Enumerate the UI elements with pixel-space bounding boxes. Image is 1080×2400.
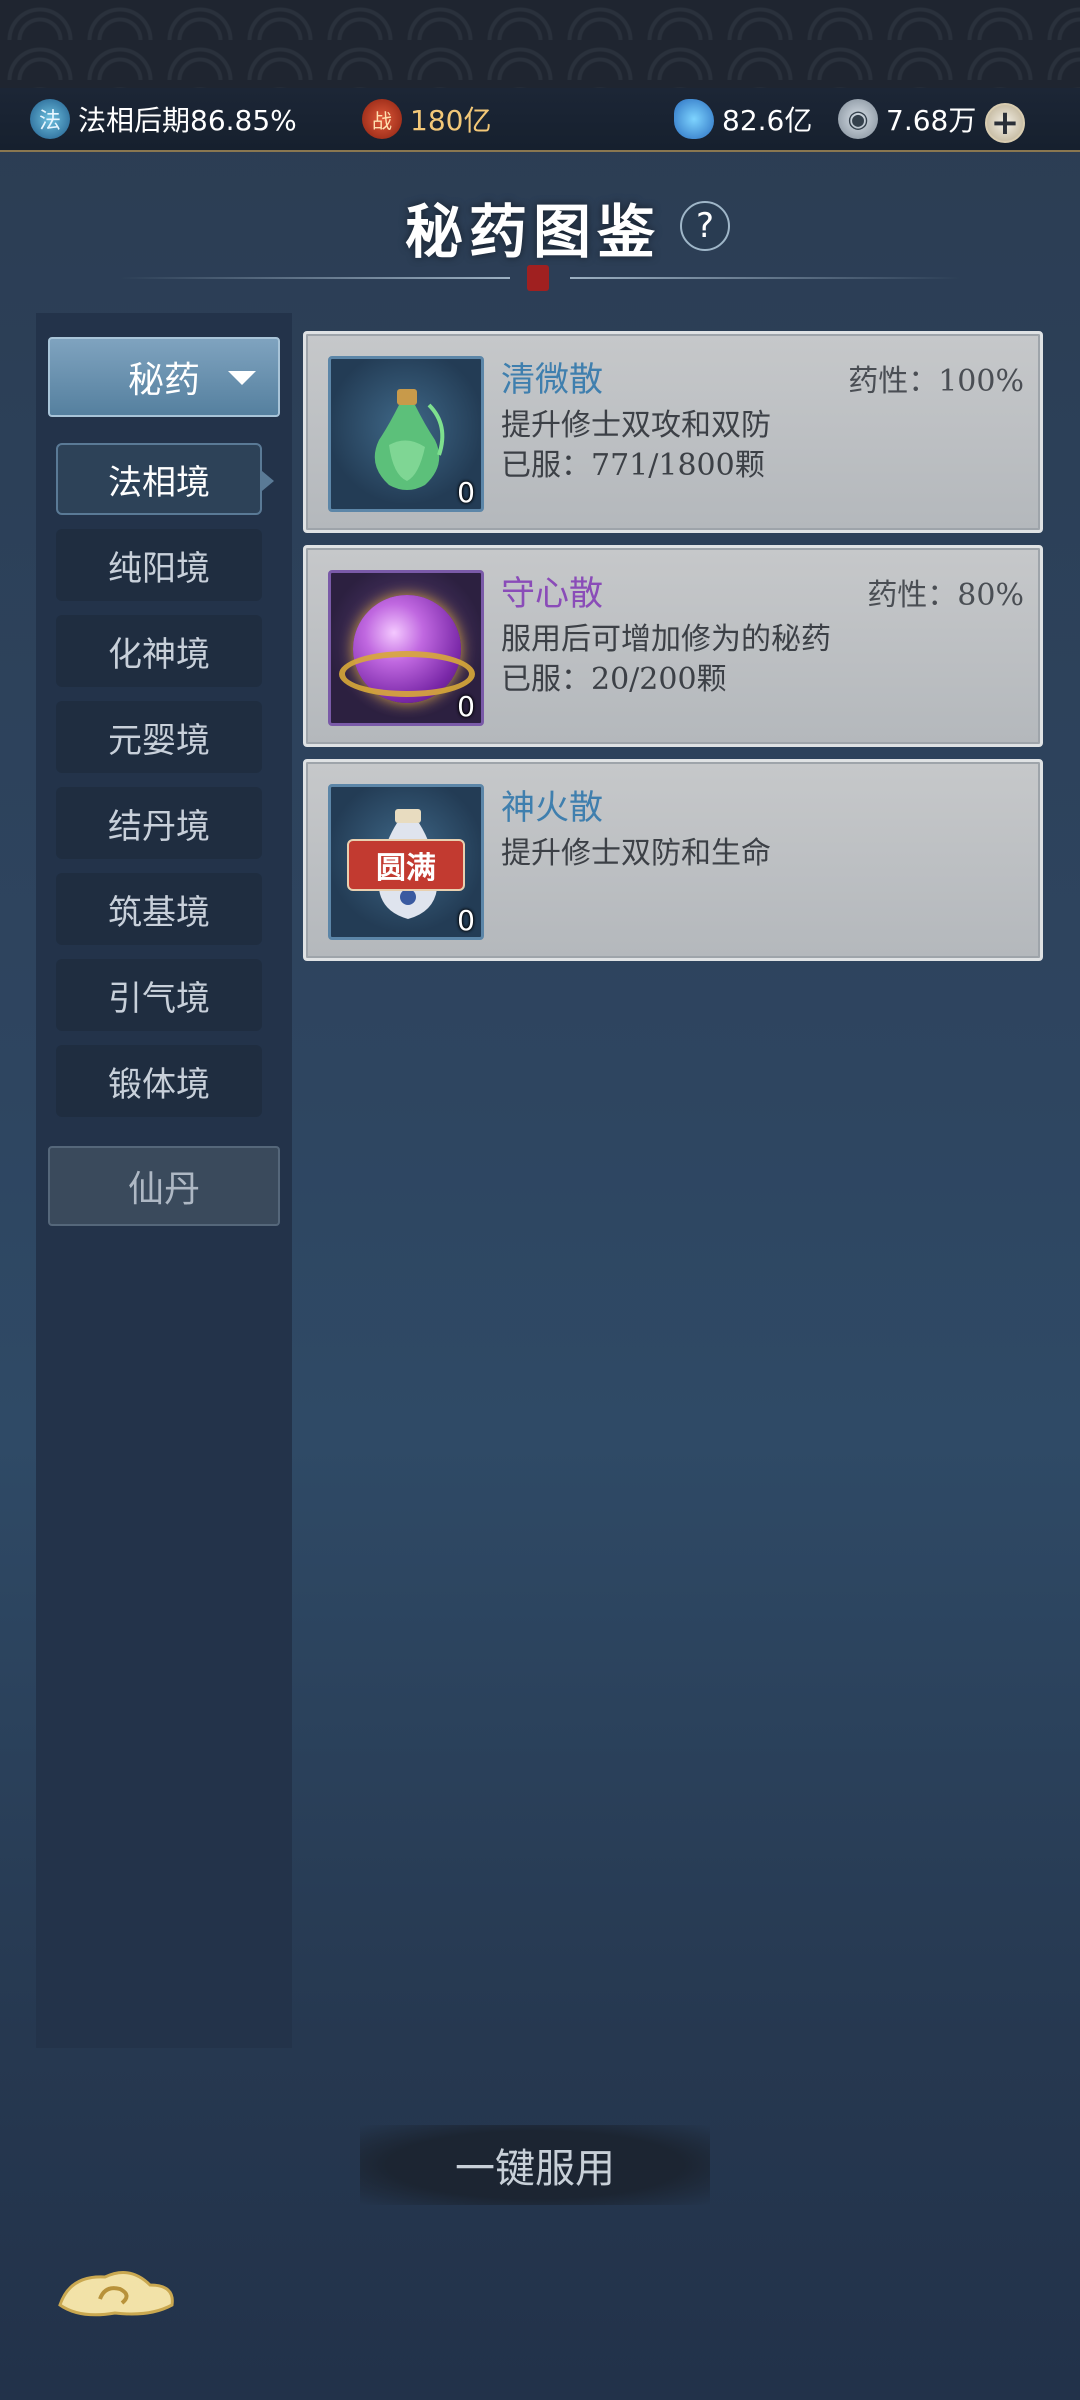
item-description: 提升修士双防和生命 — [501, 836, 771, 871]
item-taken-count: 已服：20/200颗 — [501, 662, 727, 697]
item-name: 守心散 — [501, 574, 603, 614]
sidebar-item-yuanying[interactable]: 元婴境 — [56, 701, 262, 773]
sidebar-item-chunyang[interactable]: 纯阳境 — [56, 529, 262, 601]
sidebar-item-faxiang[interactable]: 法相境 — [56, 443, 274, 515]
combat-power[interactable]: 战 180亿 — [362, 87, 491, 151]
category-label: 秘药 — [127, 360, 200, 401]
crystal-value: 82.6亿 — [722, 104, 813, 137]
item-potency: 药性：80% — [867, 578, 1024, 613]
item-description: 服用后可增加修为的秘药 — [501, 622, 831, 657]
chevron-down-icon — [228, 371, 256, 385]
sidebar-item-duanti[interactable]: 锻体境 — [56, 1045, 262, 1117]
item-count: 0 — [457, 476, 475, 509]
sidebar-item-zhuji[interactable]: 筑基境 — [56, 873, 262, 945]
add-currency-button[interactable]: + — [985, 103, 1025, 143]
item-potency: 药性：100% — [848, 364, 1024, 399]
title-divider-left — [120, 277, 510, 279]
title-divider-right — [570, 277, 960, 279]
crystal-icon — [674, 99, 714, 139]
item-description: 提升修士双攻和双防 — [501, 408, 771, 443]
item-count: 0 — [457, 690, 475, 723]
medicine-card-shouxin[interactable]: 0 守心散 药性：80% 服用后可增加修为的秘药 已服：20/200颗 — [303, 545, 1043, 747]
top-decor-pattern — [0, 0, 1080, 90]
crystal-currency[interactable]: 82.6亿 — [674, 87, 812, 151]
spiral-coin-icon: ◉ — [838, 99, 878, 139]
coin-currency[interactable]: ◉ 7.68万 — [838, 87, 976, 151]
combat-power-icon: 战 — [362, 99, 402, 139]
one-click-consume-button[interactable]: 一键服用 — [360, 2125, 710, 2205]
sidebar-item-huashen[interactable]: 化神境 — [56, 615, 262, 687]
combat-power-value: 180亿 — [410, 104, 492, 137]
item-thumbnail[interactable]: 0 — [328, 570, 484, 726]
medicine-card-qingwei[interactable]: 0 清微散 药性：100% 提升修士双攻和双防 已服：771/1800颗 — [303, 331, 1043, 533]
page-header: 秘药图鉴 ? — [0, 185, 1080, 295]
xiandan-category-button[interactable]: 仙丹 — [48, 1146, 280, 1226]
realm-progress-text: 法相后期86.85% — [78, 104, 297, 137]
completed-badge: 圆满 — [347, 839, 465, 891]
realm-progress[interactable]: 法 法相后期86.85% — [30, 87, 297, 151]
green-potion-icon — [374, 389, 445, 490]
realm-icon: 法 — [30, 99, 70, 139]
item-name: 神火散 — [501, 788, 603, 828]
resource-bar: 法 法相后期86.85% 战 180亿 82.6亿 ◉ 7.68万 — [0, 88, 1080, 152]
item-name: 清微散 — [501, 360, 603, 400]
help-button[interactable]: ? — [680, 201, 730, 251]
item-taken-count: 已服：771/1800颗 — [501, 448, 765, 483]
item-thumbnail[interactable]: 圆满 0 — [328, 784, 484, 940]
sidebar-item-jiedan[interactable]: 结丹境 — [56, 787, 262, 859]
cloud-menu-icon[interactable] — [50, 2255, 180, 2325]
sidebar: 秘药 法相境 纯阳境 化神境 元婴境 结丹境 筑基境 引气境 锻体境 仙丹 — [36, 313, 292, 2048]
category-dropdown[interactable]: 秘药 — [48, 337, 280, 417]
gold-ring-icon — [339, 651, 475, 697]
medicine-card-shenhuo[interactable]: 圆满 0 神火散 提升修士双防和生命 — [303, 759, 1043, 961]
page-title: 秘药图鉴 — [405, 198, 662, 266]
sidebar-item-yinqi[interactable]: 引气境 — [56, 959, 262, 1031]
item-thumbnail[interactable]: 0 — [328, 356, 484, 512]
item-count: 0 — [457, 904, 475, 937]
coin-value: 7.68万 — [886, 104, 977, 137]
red-seal-icon — [527, 265, 549, 291]
